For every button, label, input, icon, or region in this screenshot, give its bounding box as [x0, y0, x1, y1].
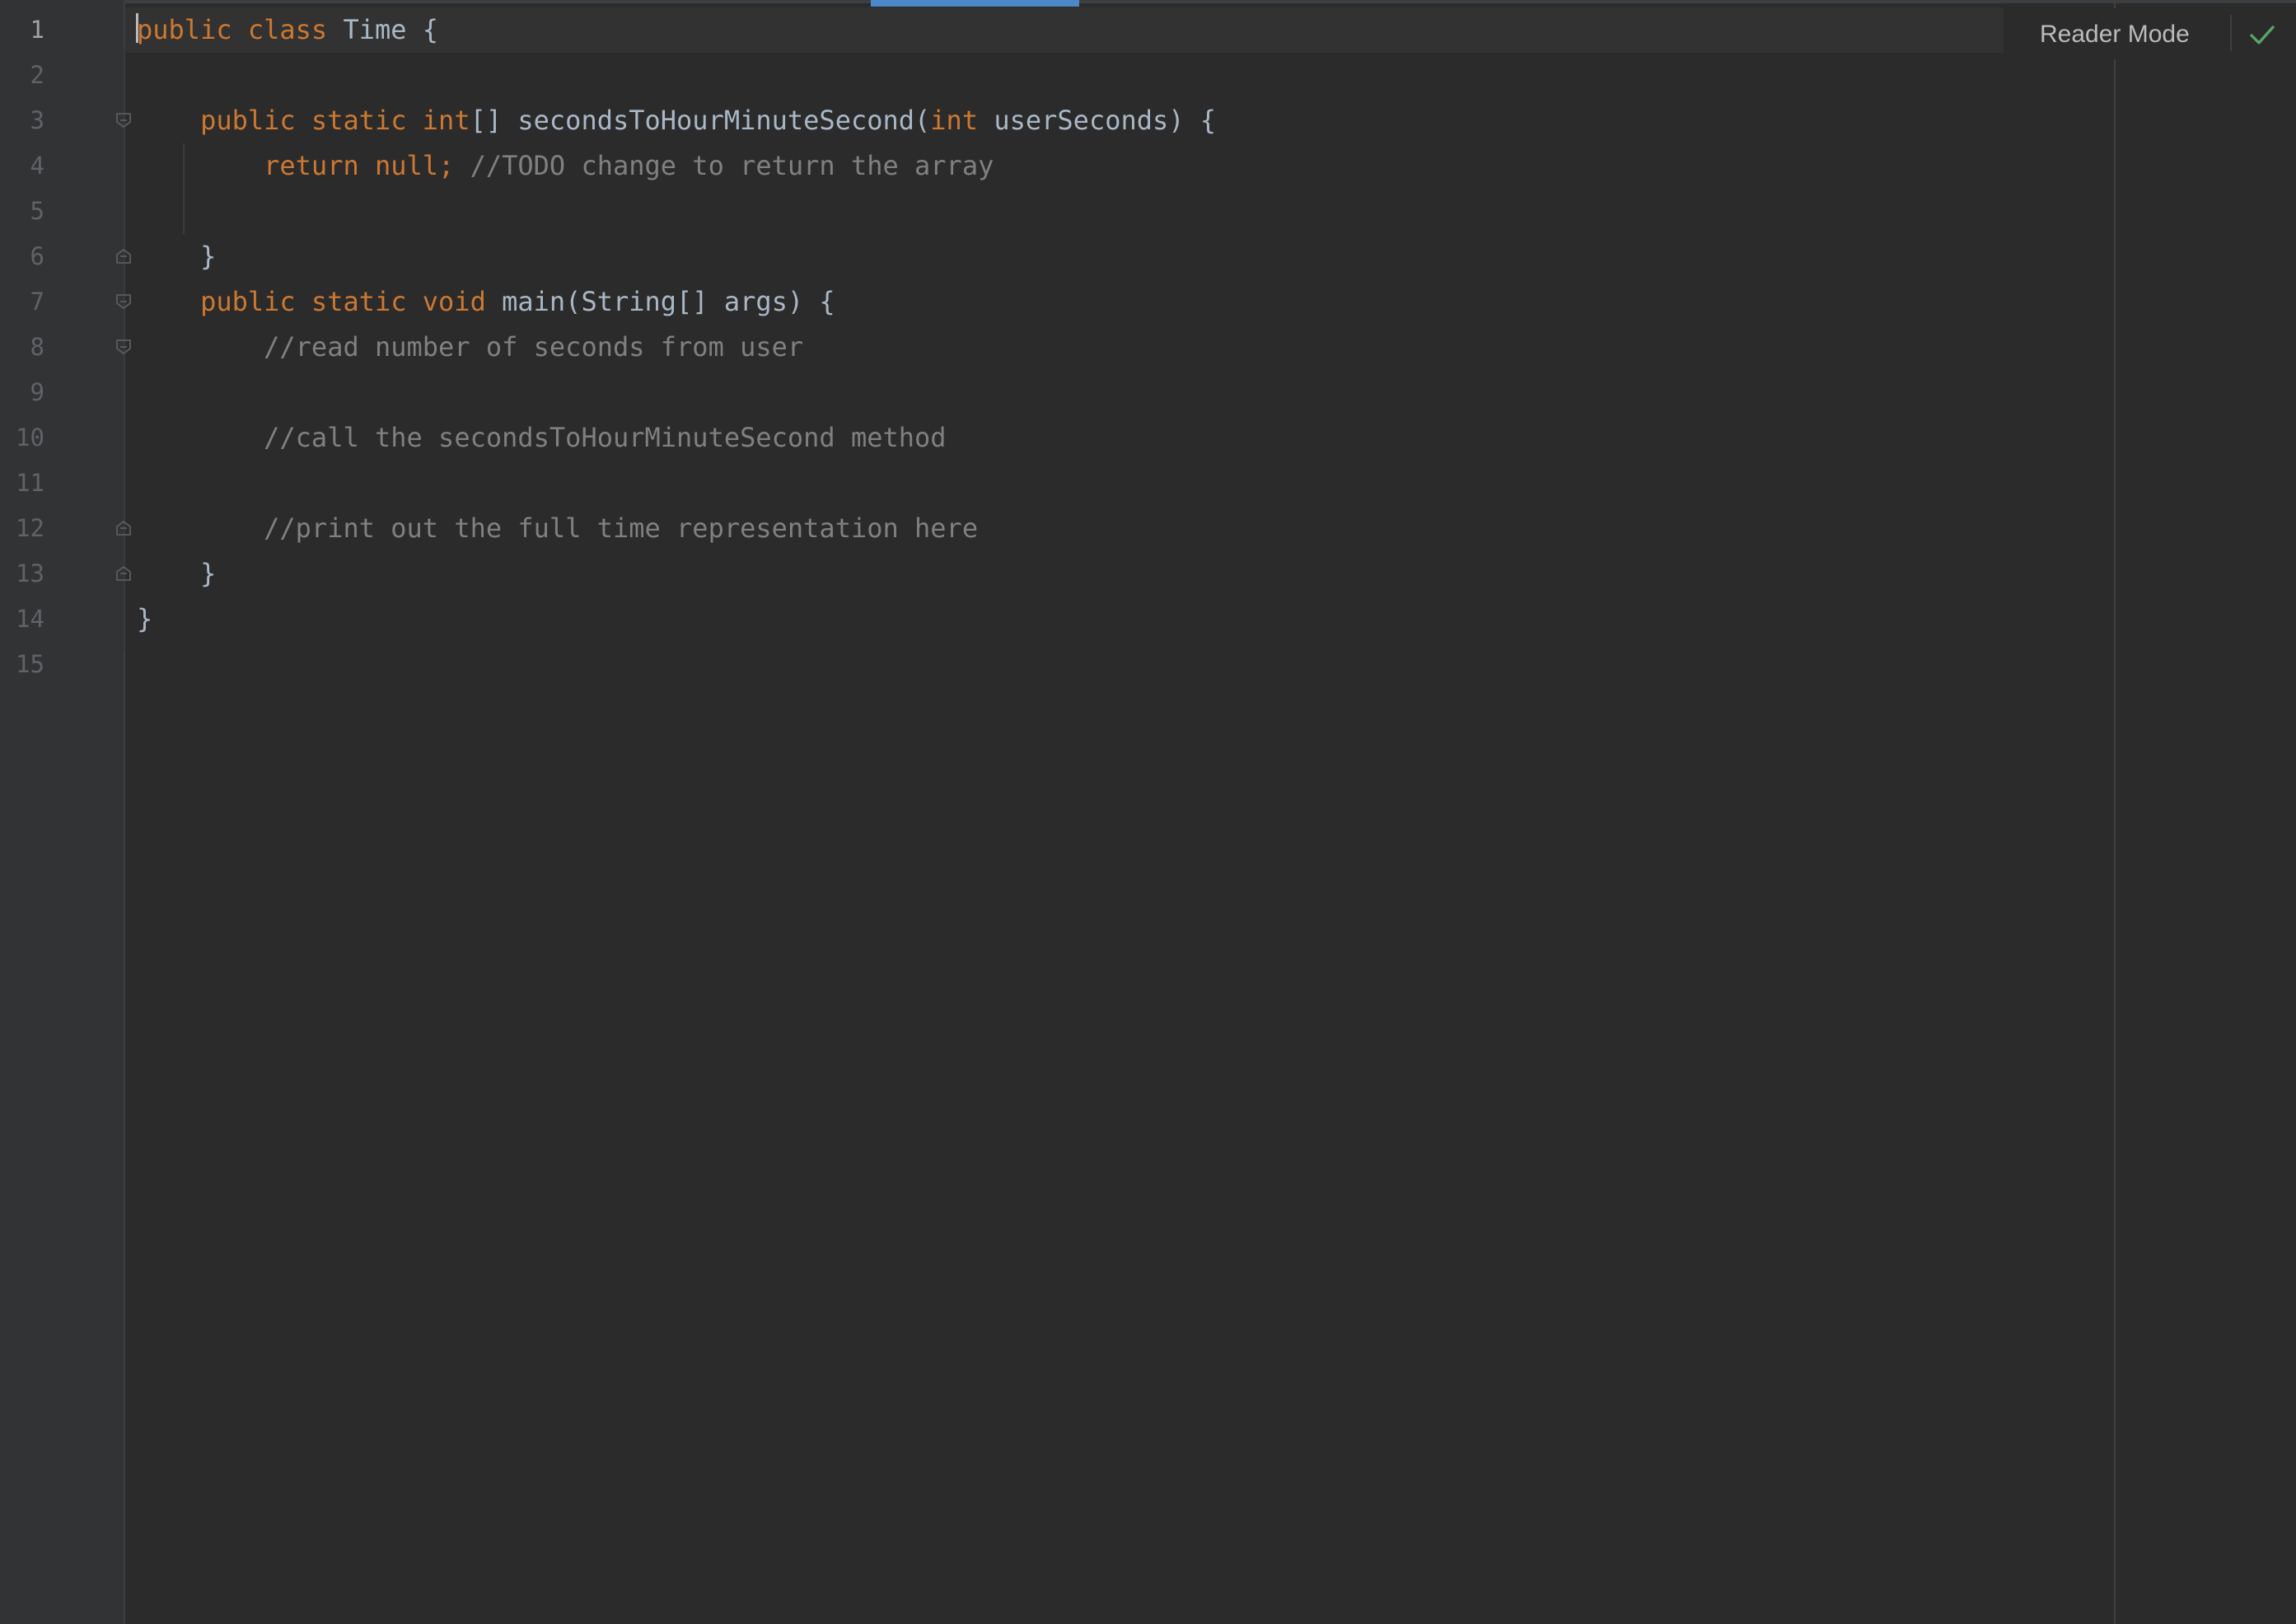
- keyword-token: int: [930, 105, 994, 136]
- line-number: 6: [30, 242, 44, 270]
- code-token: }: [137, 558, 217, 589]
- code-text[interactable]: public class Time {: [137, 7, 438, 53]
- code-line[interactable]: 10 //call the secondsToHourMinuteSecond …: [0, 415, 2109, 461]
- line-number: 4: [30, 152, 44, 180]
- code-line[interactable]: 1 public class Time {: [0, 7, 2109, 53]
- code-line[interactable]: 2: [0, 53, 2109, 98]
- code-text[interactable]: }: [137, 234, 216, 279]
- line-number: 2: [30, 61, 44, 89]
- code-text[interactable]: //read number of seconds from user: [137, 325, 803, 370]
- code-token: main(String[] args) {: [502, 286, 835, 317]
- code-line[interactable]: 15: [0, 642, 2109, 687]
- text-caret: [136, 13, 138, 43]
- code-line[interactable]: 8 //read number of seconds from user: [0, 325, 2109, 370]
- code-line[interactable]: 12 //print out the full time representat…: [0, 506, 2109, 551]
- code-text[interactable]: public static void main(String[] args) {: [137, 279, 835, 325]
- code-token: userSeconds) {: [994, 105, 1217, 136]
- line-number: 9: [30, 378, 44, 406]
- line-number: 15: [16, 650, 44, 678]
- code-text[interactable]: }: [137, 597, 152, 642]
- code-text[interactable]: //print out the full time representation…: [137, 506, 978, 551]
- line-number: 10: [16, 424, 44, 452]
- fold-open-icon[interactable]: [115, 338, 133, 356]
- code-line[interactable]: 9: [0, 370, 2109, 415]
- active-tab-indicator: [871, 0, 1079, 7]
- line-number: 3: [30, 106, 44, 134]
- line-number: 7: [30, 288, 44, 316]
- line-number: 14: [16, 605, 44, 633]
- code-token: [] secondsToHourMinuteSecond(: [470, 105, 931, 136]
- code-line[interactable]: 11: [0, 461, 2109, 506]
- line-number: 13: [16, 559, 44, 587]
- line-number: 5: [30, 197, 44, 225]
- line-number: 11: [16, 469, 44, 497]
- code-text[interactable]: return null; //TODO change to return the…: [137, 143, 994, 189]
- line-number: 8: [30, 333, 44, 361]
- fold-close-icon[interactable]: [115, 564, 133, 583]
- code-line[interactable]: 3 public static int[] secondsToHourMinut…: [0, 98, 2109, 143]
- code-line[interactable]: 14}: [0, 597, 2109, 642]
- code-line[interactable]: 4 return null; //TODO change to return t…: [0, 143, 2109, 189]
- line-number: 12: [16, 514, 44, 542]
- code-text[interactable]: //call the secondsToHourMinuteSecond met…: [137, 415, 947, 461]
- fold-close-icon[interactable]: [115, 519, 133, 537]
- comment-token: //print out the full time representation…: [264, 512, 979, 544]
- code-text[interactable]: }: [137, 551, 216, 597]
- fold-open-icon[interactable]: [115, 293, 133, 311]
- fold-close-icon[interactable]: [115, 247, 133, 265]
- line-number: 1: [30, 16, 44, 44]
- right-margin-guide: [2114, 0, 2116, 1624]
- keyword-token: public static void: [200, 286, 503, 317]
- keyword-token: return null;: [264, 150, 470, 181]
- code-line[interactable]: 13 }: [0, 551, 2109, 597]
- code-line[interactable]: 5: [0, 189, 2109, 234]
- keyword-token: public static int: [200, 105, 470, 136]
- comment-token: //TODO change to return the array: [470, 150, 994, 181]
- editor-top-edge: [0, 0, 2296, 3]
- code-editor[interactable]: 1 public class Time { 2 3 public static int…: [0, 0, 2296, 1624]
- comment-token: //read number of seconds from user: [264, 331, 804, 363]
- code-line[interactable]: 6 }: [0, 234, 2109, 279]
- keyword-token: public class: [137, 14, 344, 45]
- comment-token: //call the secondsToHourMinuteSecond met…: [264, 422, 947, 453]
- reader-mode-divider: [2230, 15, 2232, 51]
- code-token: Time {: [343, 14, 439, 45]
- check-icon[interactable]: [2247, 20, 2277, 49]
- code-token: }: [137, 241, 217, 272]
- code-token: }: [137, 603, 153, 634]
- fold-open-icon[interactable]: [115, 111, 133, 129]
- code-text[interactable]: public static int[] secondsToHourMinuteS…: [137, 98, 1216, 143]
- code-line[interactable]: 7 public static void main(String[] args)…: [0, 279, 2109, 325]
- reader-mode-button[interactable]: Reader Mode: [2040, 12, 2190, 58]
